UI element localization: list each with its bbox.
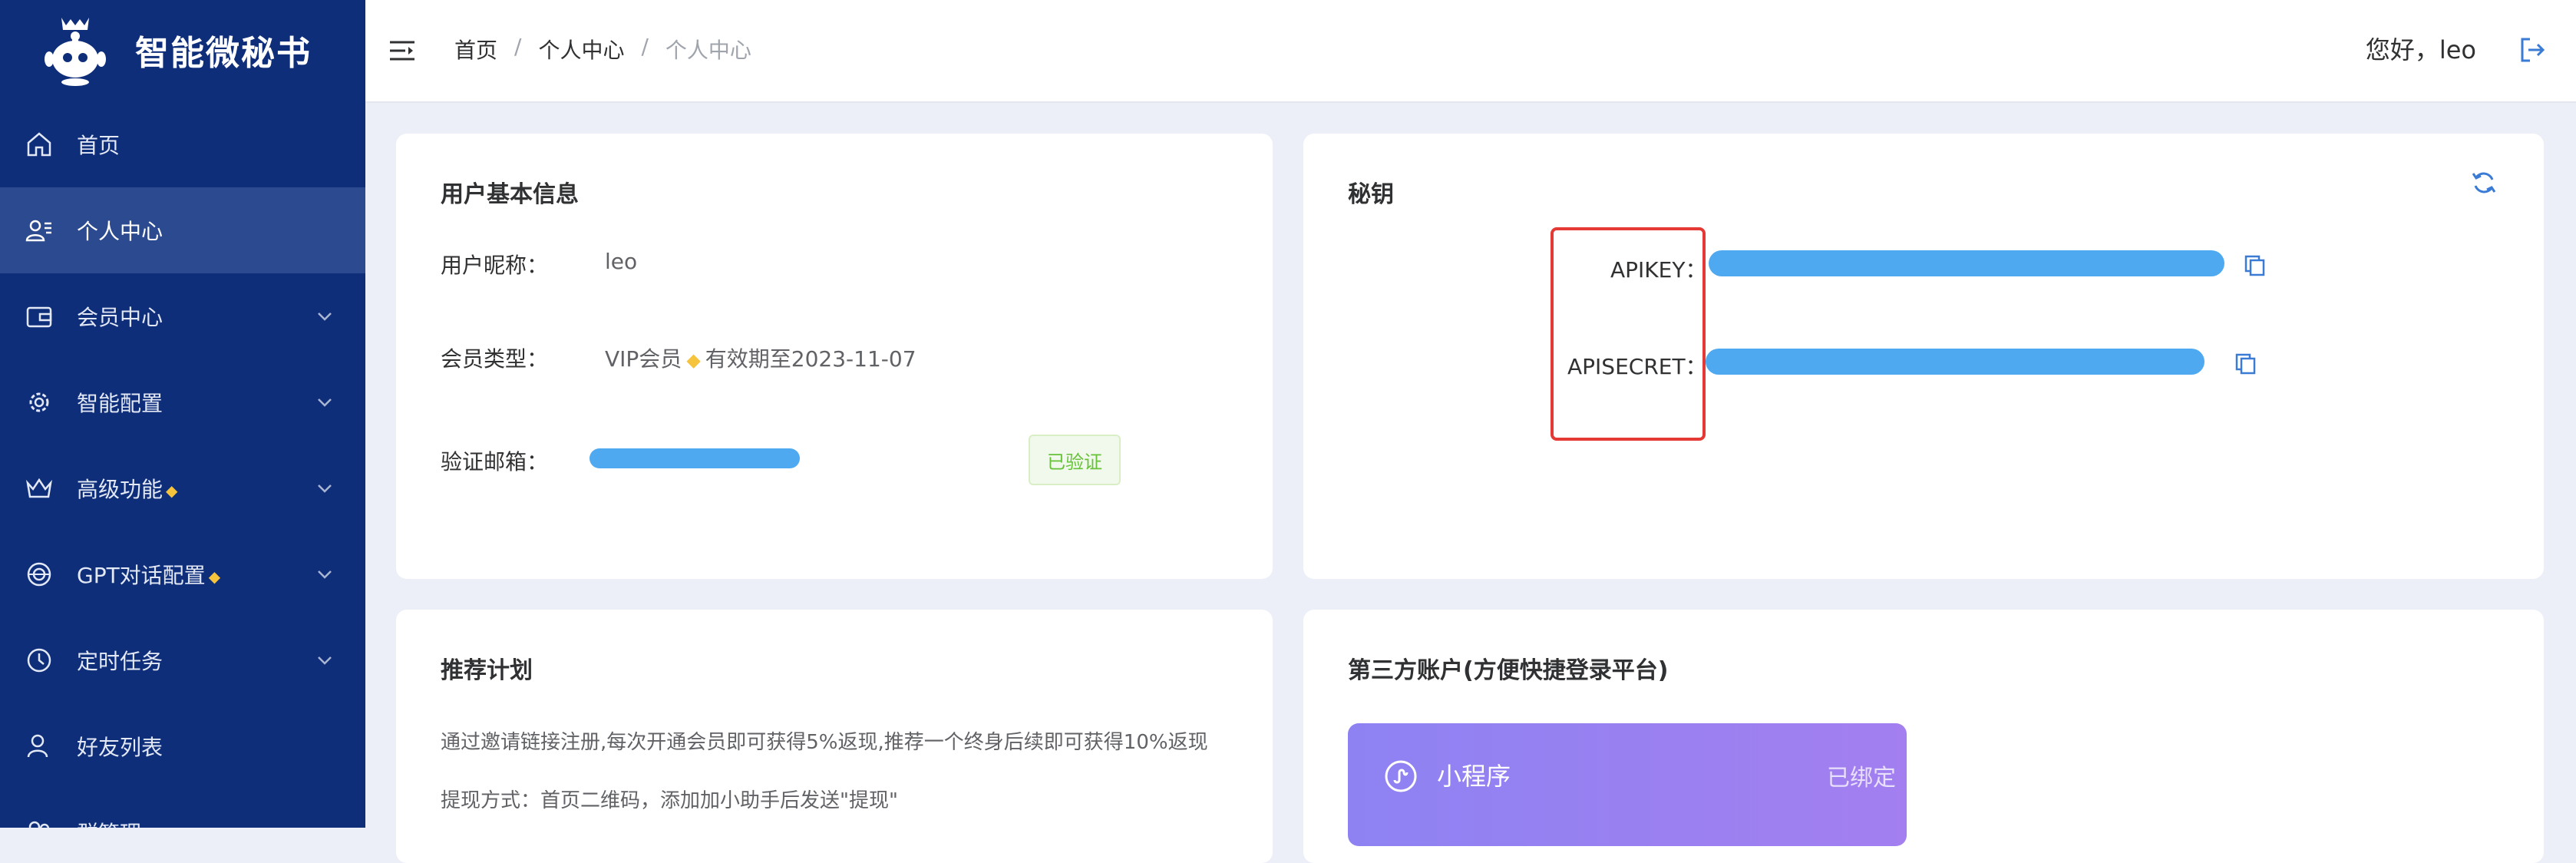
secret-title: 秘钥	[1348, 181, 1394, 208]
sidebar-item-label: 定时任务	[77, 649, 163, 674]
sidebar-item-gpt-config[interactable]: GPT对话配置 ◆	[0, 531, 365, 617]
breadcrumb: 首页 / 个人中心 / 个人中心	[454, 34, 751, 64]
copy-icon[interactable]	[2243, 253, 2266, 276]
nickname-label: 用户昵称：	[441, 253, 549, 278]
apisecret-redacted	[1706, 349, 2204, 375]
copy-icon[interactable]	[2234, 352, 2257, 375]
refresh-icon[interactable]	[2470, 169, 2498, 197]
secret-key-card: 秘钥 APIKEY： APISECRET：	[1303, 134, 2544, 579]
menu-fold-icon[interactable]	[388, 37, 416, 64]
sidebar-item-personal-center[interactable]: 个人中心	[0, 187, 365, 273]
chevron-down-icon	[318, 312, 332, 321]
diamond-icon: ◆	[166, 481, 178, 500]
sidebar-item-label: 会员中心	[77, 305, 163, 330]
breadcrumb-separator: /	[641, 34, 649, 59]
sidebar-item-label: GPT对话配置 ◆	[77, 563, 221, 588]
logout-icon[interactable]	[2518, 35, 2547, 64]
account-name: 小程序	[1437, 762, 1511, 791]
breadcrumb-personal-center[interactable]: 个人中心	[538, 34, 624, 64]
home-icon	[27, 132, 51, 157]
sidebar-item-label: 个人中心	[77, 219, 163, 244]
diamond-icon: ◆	[208, 567, 221, 586]
chat-ai-icon	[27, 562, 51, 587]
member-type-label: 会员类型：	[441, 346, 549, 372]
breadcrumb-home[interactable]: 首页	[454, 34, 497, 64]
vip-diamond-icon: ◆	[686, 349, 701, 371]
sidebar-item-friend-list[interactable]: 好友列表	[0, 703, 365, 789]
user-info-card: 用户基本信息 用户昵称： leo 会员类型： VIP会员 ◆ 有效期至2023-11…	[396, 134, 1273, 579]
third-party-card: 第三方账户(方便快捷登录平台) 小程序 已绑定	[1303, 610, 2544, 863]
third-party-title: 第三方账户(方便快捷登录平台)	[1348, 657, 1669, 684]
verified-tag: 已验证	[1029, 435, 1121, 485]
user-greeting: 您好，leo	[2365, 35, 2476, 64]
sidebar-item-group-management[interactable]: 群管理	[0, 789, 365, 828]
email-label: 验证邮箱：	[441, 449, 549, 474]
user-card-icon	[25, 220, 51, 242]
friend-icon	[27, 734, 48, 758]
breadcrumb-separator: /	[514, 34, 522, 59]
gear-icon	[29, 392, 49, 412]
top-header: 首页 / 个人中心 / 个人中心 您好，leo	[365, 0, 2576, 103]
group-icon	[28, 821, 50, 828]
crown-icon	[26, 478, 52, 498]
member-expiry: 有效期至2023-11-07	[705, 346, 916, 372]
sidebar-item-scheduled-tasks[interactable]: 定时任务	[0, 617, 365, 703]
app-title: 智能微秘书	[135, 34, 312, 73]
member-type-value: VIP会员 ◆ 有效期至2023-11-07	[605, 346, 916, 372]
chevron-down-icon	[318, 656, 332, 665]
clock-icon	[27, 648, 51, 673]
breadcrumb-current: 个人中心	[665, 38, 751, 63]
recommend-description: 通过邀请链接注册,每次开通会员即可获得5%返现,推荐一个终身后续即可获得10%返…	[441, 731, 1208, 754]
recommend-card: 推荐计划 通过邀请链接注册,每次开通会员即可获得5%返现,推荐一个终身后续即可获…	[396, 610, 1273, 863]
apikey-label: APIKEY：	[1610, 257, 1707, 283]
logo[interactable]: 智能微秘书	[0, 0, 365, 100]
apikey-redacted	[1709, 250, 2224, 276]
sidebar-item-member-center[interactable]: 会员中心	[0, 273, 365, 359]
nickname-value: leo	[605, 249, 638, 274]
sidebar-item-label: 首页	[77, 133, 121, 158]
sidebar-item-smart-config[interactable]: 智能配置	[0, 359, 365, 445]
sidebar-item-label: 群管理	[77, 817, 141, 828]
sidebar-item-home[interactable]: 首页	[0, 101, 365, 187]
mini-program-account[interactable]: 小程序 已绑定	[1348, 723, 1907, 846]
chevron-down-icon	[318, 398, 332, 407]
email-redacted	[590, 448, 800, 468]
sidebar: 智能微秘书 首页 个人中心 会员中心 智能配置 高级功能 ◆ GPT对话配置 ◆…	[0, 0, 365, 828]
sidebar-item-label: 智能配置	[77, 391, 163, 416]
sidebar-item-label: 高级功能 ◆	[77, 477, 178, 502]
wallet-icon	[26, 306, 52, 328]
account-status: 已绑定	[1827, 765, 1896, 792]
sidebar-item-advanced[interactable]: 高级功能 ◆	[0, 445, 365, 531]
mini-program-icon	[1385, 760, 1417, 792]
apisecret-label: APISECRET：	[1567, 354, 1707, 379]
sidebar-item-label: 好友列表	[77, 735, 163, 760]
recommend-title: 推荐计划	[441, 657, 533, 684]
chevron-down-icon	[318, 570, 332, 579]
robot-logo-icon	[45, 18, 106, 86]
user-info-title: 用户基本信息	[441, 181, 579, 208]
withdraw-instructions: 提现方式：首页二维码，添加加小助手后发送"提现"	[441, 789, 898, 812]
chevron-down-icon	[318, 484, 332, 493]
